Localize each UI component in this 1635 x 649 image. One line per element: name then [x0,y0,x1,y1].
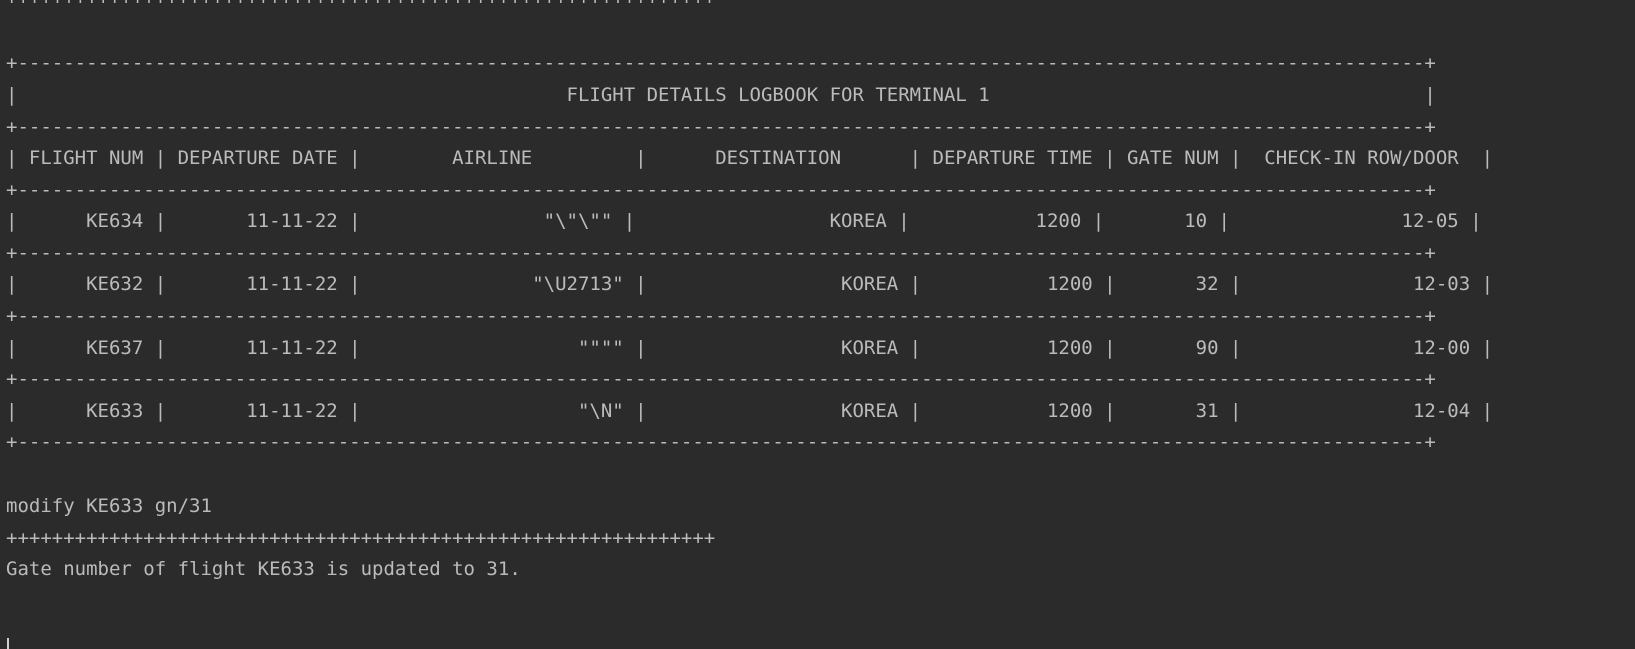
table-row: | KE637 | 11-11-22 | """" | KOREA | 1200… [6,337,1494,359]
table-border: +---------------------------------------… [6,242,1436,264]
separator-rule-top: ++++++++++++++++++++++++++++++++++++++++… [6,0,715,15]
logbook-title: | FLIGHT DETAILS LOGBOOK FOR TERMINAL 1 … [6,84,1436,106]
table-row: | KE633 | 11-11-22 | "\N" | KOREA | 1200… [6,400,1494,422]
table-row: | KE634 | 11-11-22 | "\"\"" | KOREA | 12… [6,210,1482,232]
table-header-row: | FLIGHT NUM | DEPARTURE DATE | AIRLINE … [6,147,1494,169]
command-input-line: modify KE633 gn/31 [6,495,212,517]
command-response: Gate number of flight KE633 is updated t… [6,558,521,580]
table-border: +---------------------------------------… [6,431,1436,453]
table-row: | KE632 | 11-11-22 | "\U2713" | KOREA | … [6,273,1494,295]
console-output[interactable]: ++++++++++++++++++++++++++++++++++++++++… [0,0,1635,649]
table-border: +---------------------------------------… [6,368,1436,390]
table-border: +---------------------------------------… [6,305,1436,327]
separator-rule: ++++++++++++++++++++++++++++++++++++++++… [6,527,716,549]
table-border: +---------------------------------------… [6,179,1436,201]
text-cursor [7,638,9,649]
table-border: +---------------------------------------… [6,52,1436,74]
table-border: +---------------------------------------… [6,116,1436,138]
